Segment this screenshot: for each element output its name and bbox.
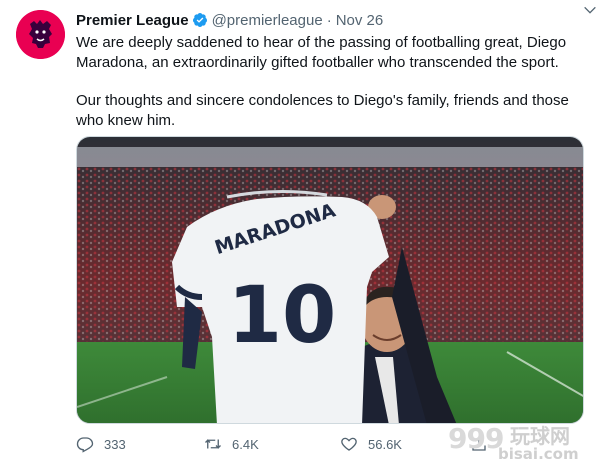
watermark-number: 999 <box>448 422 504 455</box>
avatar[interactable] <box>16 10 65 59</box>
watermark: 999 玩球网 bisai.com <box>448 420 598 464</box>
tweet-date[interactable]: Nov 26 <box>336 12 384 29</box>
display-name[interactable]: Premier League <box>76 12 189 29</box>
chevron-down-icon[interactable] <box>582 2 598 18</box>
retweet-button[interactable]: 6.4K <box>204 432 259 456</box>
retweet-count: 6.4K <box>232 436 259 452</box>
retweet-icon <box>205 439 221 449</box>
like-button[interactable]: 56.6K <box>340 432 402 456</box>
premier-league-lion-logo <box>16 10 65 59</box>
maradona-photo-illustration: MARADONA 10 <box>77 137 583 423</box>
tweet-paragraph-1: We are deeply saddened to hear of the pa… <box>76 34 567 71</box>
handle[interactable]: @premierleague <box>212 12 323 29</box>
watermark-domain: bisai.com <box>498 445 579 463</box>
tweet-photo[interactable]: MARADONA 10 <box>76 136 584 424</box>
tweet-card: Premier League @premierleague · Nov 26 W… <box>0 0 600 464</box>
shirt-number: 10 <box>228 271 337 361</box>
tweet-header: Premier League @premierleague · Nov 26 <box>76 10 586 30</box>
verified-badge-icon <box>192 13 207 27</box>
tweet-text: We are deeply saddened to hear of the pa… <box>76 33 586 130</box>
like-count: 56.6K <box>368 436 402 452</box>
reply-count: 333 <box>104 436 126 452</box>
heart-icon <box>341 437 357 451</box>
separator-dot: · <box>326 11 332 29</box>
reply-icon <box>76 437 94 453</box>
reply-button[interactable]: 333 <box>76 432 126 456</box>
tweet-paragraph-2: Our thoughts and sincere condolences to … <box>76 92 569 129</box>
